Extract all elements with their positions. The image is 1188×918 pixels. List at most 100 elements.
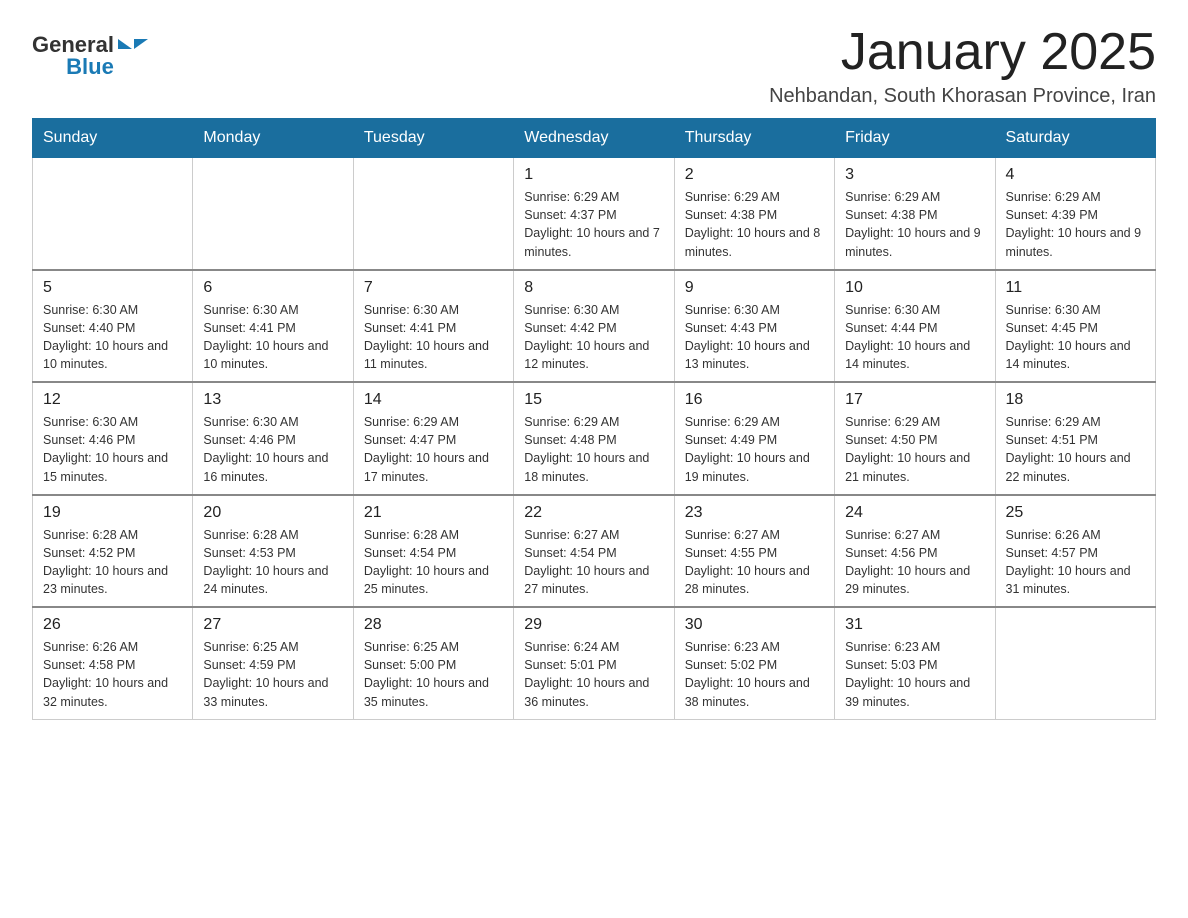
day-info: Sunrise: 6:29 AM Sunset: 4:38 PM Dayligh… xyxy=(845,188,984,261)
calendar-header-row: SundayMondayTuesdayWednesdayThursdayFrid… xyxy=(33,119,1156,158)
day-number: 7 xyxy=(364,279,503,297)
day-number: 9 xyxy=(685,279,824,297)
day-info: Sunrise: 6:30 AM Sunset: 4:41 PM Dayligh… xyxy=(203,301,342,374)
day-info: Sunrise: 6:30 AM Sunset: 4:42 PM Dayligh… xyxy=(524,301,663,374)
day-number: 10 xyxy=(845,279,984,297)
day-number: 14 xyxy=(364,391,503,409)
calendar-cell: 22 Sunrise: 6:27 AM Sunset: 4:54 PM Dayli… xyxy=(514,495,674,608)
day-number: 29 xyxy=(524,616,663,634)
day-number: 6 xyxy=(203,279,342,297)
calendar-cell xyxy=(33,158,193,270)
calendar-cell: 8 Sunrise: 6:30 AM Sunset: 4:42 PM Daylig… xyxy=(514,270,674,383)
day-number: 31 xyxy=(845,616,984,634)
day-info: Sunrise: 6:30 AM Sunset: 4:40 PM Dayligh… xyxy=(43,301,182,374)
calendar-cell: 11 Sunrise: 6:30 AM Sunset: 4:45 PM Dayli… xyxy=(995,270,1155,383)
day-info: Sunrise: 6:25 AM Sunset: 5:00 PM Dayligh… xyxy=(364,638,503,711)
day-info: Sunrise: 6:30 AM Sunset: 4:43 PM Dayligh… xyxy=(685,301,824,374)
day-number: 11 xyxy=(1006,279,1145,297)
day-info: Sunrise: 6:29 AM Sunset: 4:48 PM Dayligh… xyxy=(524,413,663,486)
calendar-cell: 4Sunrise: 6:29 AM Sunset: 4:39 PM Daylig… xyxy=(995,158,1155,270)
calendar-cell: 12 Sunrise: 6:30 AM Sunset: 4:46 PM Dayli… xyxy=(33,382,193,495)
day-number: 24 xyxy=(845,504,984,522)
col-header-friday: Friday xyxy=(835,119,995,158)
calendar-week-2: 5Sunrise: 6:30 AM Sunset: 4:40 PM Daylig… xyxy=(33,270,1156,383)
day-number: 23 xyxy=(685,504,824,522)
calendar-cell: 15 Sunrise: 6:29 AM Sunset: 4:48 PM Dayli… xyxy=(514,382,674,495)
col-header-tuesday: Tuesday xyxy=(353,119,513,158)
title-area: January 2025 Nehbandan, South Khorasan P… xyxy=(769,24,1156,108)
col-header-wednesday: Wednesday xyxy=(514,119,674,158)
logo-blue-text: Blue xyxy=(66,54,114,80)
calendar-cell xyxy=(353,158,513,270)
day-number: 21 xyxy=(364,504,503,522)
calendar-table: SundayMondayTuesdayWednesdayThursdayFrid… xyxy=(32,118,1156,720)
calendar-cell: 14 Sunrise: 6:29 AM Sunset: 4:47 PM Dayli… xyxy=(353,382,513,495)
calendar-cell: 5Sunrise: 6:30 AM Sunset: 4:40 PM Daylig… xyxy=(33,270,193,383)
day-number: 22 xyxy=(524,504,663,522)
calendar-cell: 27Sunrise: 6:25 AM Sunset: 4:59 PM Dayli… xyxy=(193,607,353,719)
day-number: 12 xyxy=(43,391,182,409)
day-number: 4 xyxy=(1006,166,1145,184)
calendar-cell: 23 Sunrise: 6:27 AM Sunset: 4:55 PM Dayli… xyxy=(674,495,834,608)
col-header-saturday: Saturday xyxy=(995,119,1155,158)
calendar-cell: 28Sunrise: 6:25 AM Sunset: 5:00 PM Dayli… xyxy=(353,607,513,719)
day-number: 20 xyxy=(203,504,342,522)
day-info: Sunrise: 6:27 AM Sunset: 4:55 PM Dayligh… xyxy=(685,526,824,599)
day-info: Sunrise: 6:29 AM Sunset: 4:50 PM Dayligh… xyxy=(845,413,984,486)
calendar-cell: 7Sunrise: 6:30 AM Sunset: 4:41 PM Daylig… xyxy=(353,270,513,383)
day-number: 17 xyxy=(845,391,984,409)
day-info: Sunrise: 6:30 AM Sunset: 4:45 PM Dayligh… xyxy=(1006,301,1145,374)
calendar-cell: 31 Sunrise: 6:23 AM Sunset: 5:03 PM Dayli… xyxy=(835,607,995,719)
day-info: Sunrise: 6:29 AM Sunset: 4:49 PM Dayligh… xyxy=(685,413,824,486)
day-info: Sunrise: 6:26 AM Sunset: 4:57 PM Dayligh… xyxy=(1006,526,1145,599)
calendar-cell: 6 Sunrise: 6:30 AM Sunset: 4:41 PM Daylig… xyxy=(193,270,353,383)
day-number: 15 xyxy=(524,391,663,409)
calendar-cell: 26 Sunrise: 6:26 AM Sunset: 4:58 PM Dayli… xyxy=(33,607,193,719)
calendar-cell: 9 Sunrise: 6:30 AM Sunset: 4:43 PM Daylig… xyxy=(674,270,834,383)
day-number: 19 xyxy=(43,504,182,522)
calendar-cell: 13 Sunrise: 6:30 AM Sunset: 4:46 PM Dayli… xyxy=(193,382,353,495)
day-info: Sunrise: 6:29 AM Sunset: 4:38 PM Dayligh… xyxy=(685,188,824,261)
day-info: Sunrise: 6:28 AM Sunset: 4:53 PM Dayligh… xyxy=(203,526,342,599)
month-title: January 2025 xyxy=(769,24,1156,81)
day-info: Sunrise: 6:29 AM Sunset: 4:51 PM Dayligh… xyxy=(1006,413,1145,486)
day-info: Sunrise: 6:30 AM Sunset: 4:46 PM Dayligh… xyxy=(43,413,182,486)
calendar-cell: 16Sunrise: 6:29 AM Sunset: 4:49 PM Dayli… xyxy=(674,382,834,495)
col-header-sunday: Sunday xyxy=(33,119,193,158)
day-info: Sunrise: 6:29 AM Sunset: 4:47 PM Dayligh… xyxy=(364,413,503,486)
calendar-cell: 1 Sunrise: 6:29 AM Sunset: 4:37 PM Daylig… xyxy=(514,158,674,270)
calendar-cell: 18Sunrise: 6:29 AM Sunset: 4:51 PM Dayli… xyxy=(995,382,1155,495)
calendar-cell: 21 Sunrise: 6:28 AM Sunset: 4:54 PM Dayli… xyxy=(353,495,513,608)
calendar-cell: 20 Sunrise: 6:28 AM Sunset: 4:53 PM Dayli… xyxy=(193,495,353,608)
calendar-cell: 24 Sunrise: 6:27 AM Sunset: 4:56 PM Dayli… xyxy=(835,495,995,608)
calendar-cell: 2 Sunrise: 6:29 AM Sunset: 4:38 PM Daylig… xyxy=(674,158,834,270)
calendar-cell: 3 Sunrise: 6:29 AM Sunset: 4:38 PM Daylig… xyxy=(835,158,995,270)
day-info: Sunrise: 6:26 AM Sunset: 4:58 PM Dayligh… xyxy=(43,638,182,711)
day-number: 13 xyxy=(203,391,342,409)
day-number: 2 xyxy=(685,166,824,184)
logo: General Blue xyxy=(32,32,148,80)
day-info: Sunrise: 6:24 AM Sunset: 5:01 PM Dayligh… xyxy=(524,638,663,711)
calendar-week-5: 26 Sunrise: 6:26 AM Sunset: 4:58 PM Dayli… xyxy=(33,607,1156,719)
day-info: Sunrise: 6:27 AM Sunset: 4:56 PM Dayligh… xyxy=(845,526,984,599)
calendar-cell: 17 Sunrise: 6:29 AM Sunset: 4:50 PM Dayli… xyxy=(835,382,995,495)
day-number: 25 xyxy=(1006,504,1145,522)
day-number: 8 xyxy=(524,279,663,297)
calendar-cell: 30Sunrise: 6:23 AM Sunset: 5:02 PM Dayli… xyxy=(674,607,834,719)
day-number: 3 xyxy=(845,166,984,184)
day-number: 27 xyxy=(203,616,342,634)
day-info: Sunrise: 6:29 AM Sunset: 4:37 PM Dayligh… xyxy=(524,188,663,261)
calendar-week-4: 19 Sunrise: 6:28 AM Sunset: 4:52 PM Dayli… xyxy=(33,495,1156,608)
col-header-monday: Monday xyxy=(193,119,353,158)
day-info: Sunrise: 6:30 AM Sunset: 4:46 PM Dayligh… xyxy=(203,413,342,486)
day-info: Sunrise: 6:28 AM Sunset: 4:52 PM Dayligh… xyxy=(43,526,182,599)
calendar-cell: 10Sunrise: 6:30 AM Sunset: 4:44 PM Dayli… xyxy=(835,270,995,383)
calendar-cell: 29 Sunrise: 6:24 AM Sunset: 5:01 PM Dayli… xyxy=(514,607,674,719)
location-title: Nehbandan, South Khorasan Province, Iran xyxy=(769,85,1156,108)
day-number: 26 xyxy=(43,616,182,634)
day-info: Sunrise: 6:23 AM Sunset: 5:03 PM Dayligh… xyxy=(845,638,984,711)
day-info: Sunrise: 6:27 AM Sunset: 4:54 PM Dayligh… xyxy=(524,526,663,599)
day-info: Sunrise: 6:28 AM Sunset: 4:54 PM Dayligh… xyxy=(364,526,503,599)
day-number: 1 xyxy=(524,166,663,184)
calendar-cell: 25 Sunrise: 6:26 AM Sunset: 4:57 PM Dayli… xyxy=(995,495,1155,608)
